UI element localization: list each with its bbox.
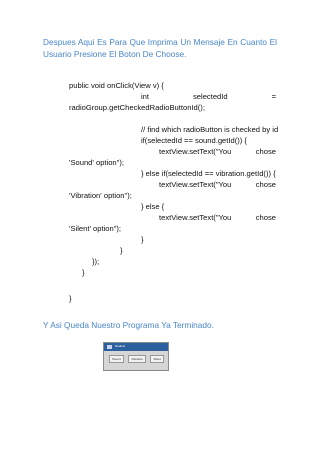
code-token: selectedId [192,92,228,101]
option-silent: Silent [150,355,164,363]
app-title: RadioG [115,344,126,348]
code-line: textView.setText("You chose [159,146,276,157]
code-line: 'Vibration' option"); [69,191,132,200]
code-comment: // find which radioButton is checked by … [141,125,279,134]
code-line: public void onClick(View v) { [69,81,164,90]
code-line: } else { [141,202,165,211]
option-vibration: Vibration [128,355,146,363]
code-line: int selectedId = [141,91,276,102]
code-line: }); [92,257,100,266]
outro-text: Y Asi Queda Nuestro Programa Ya Terminad… [43,320,214,330]
intro-line-2: Usuario Presione El Boton De Choose. [43,49,187,59]
code-token: chose [255,180,276,189]
code-line: radioGroup.getCheckedRadioButtonId(); [69,103,205,112]
code-line: } [82,268,85,277]
code-line: 'Sound' option"); [69,158,124,167]
code-line: 'Silent' option"); [69,224,122,233]
code-line: } [69,294,72,303]
code-token: chose [255,147,276,156]
code-line: } [141,235,144,244]
code-token: int [141,92,150,101]
intro-line-1: Despues Aqui Es Para Que Imprima Un Mens… [43,37,277,47]
radio-options-row: Sound Vibration Silent [109,355,164,363]
code-line: textView.setText("You chose [159,179,276,190]
code-token: textView.setText("You [159,147,232,156]
code-line: textView.setText("You chose [159,212,276,223]
code-token: textView.setText("You [159,180,232,189]
app-launcher-icon [107,345,112,349]
code-token: chose [255,213,276,222]
option-sound: Sound [109,355,124,363]
code-line: } else if(selectedId == vibration.getId(… [141,169,276,178]
app-action-bar: RadioG [104,343,168,351]
app-screenshot: RadioG Sound Vibration Silent [103,342,169,371]
code-token: = [271,92,276,101]
code-token: textView.setText("You [159,213,232,222]
code-line: if(selectedId == sound.getId()) { [141,136,247,145]
code-line: } [120,246,123,255]
intro-paragraph: Despues Aqui Es Para Que Imprima Un Mens… [43,36,277,60]
